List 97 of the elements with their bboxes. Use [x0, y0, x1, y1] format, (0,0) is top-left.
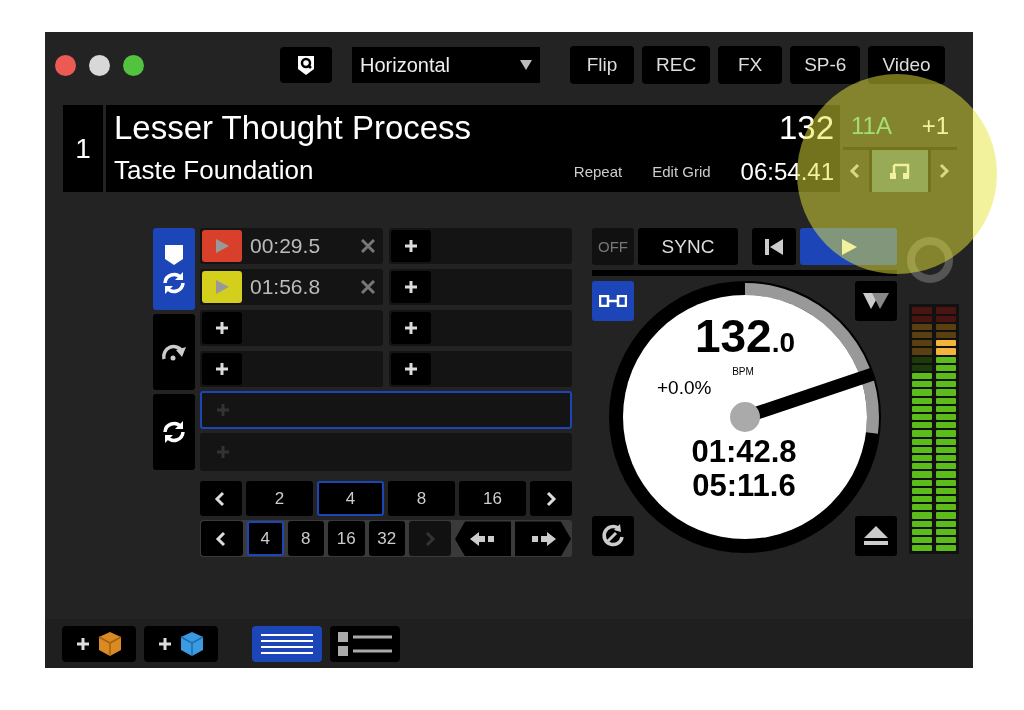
roll-length-button[interactable]: 8 — [287, 521, 324, 557]
hotcue-play-button[interactable] — [202, 271, 242, 304]
play-icon — [839, 237, 858, 256]
track-artist: Taste Foundation — [114, 155, 315, 187]
toolbar-button[interactable]: Video — [868, 46, 945, 85]
bpm-value: 132.0 — [694, 310, 796, 363]
plus-icon — [404, 362, 418, 377]
toolbar-button[interactable]: SP-6 — [790, 46, 861, 85]
track-duration: 06:54.41 — [740, 158, 834, 187]
gain-knob[interactable] — [905, 235, 955, 285]
add-hotcue-button[interactable] — [391, 312, 431, 345]
track-bpm: 132 — [778, 109, 834, 148]
loop-move-left-button[interactable] — [455, 521, 511, 557]
lines-icon — [260, 631, 314, 656]
arrow-right-icon — [529, 530, 557, 547]
plus-icon — [215, 362, 229, 377]
hotcue-time: 01:56.8 — [250, 275, 322, 300]
loop-length-button[interactable]: 8 — [388, 481, 455, 517]
pad-mode-button[interactable] — [153, 228, 195, 311]
plus-icon — [404, 239, 418, 254]
pitch-value: +0.0% — [657, 377, 712, 399]
marker-icon — [163, 243, 185, 268]
play-button[interactable] — [800, 228, 897, 266]
play-icon — [214, 238, 230, 255]
key-shift: +1 — [921, 112, 949, 141]
layout-dropdown[interactable]: Horizontal — [352, 47, 540, 84]
toolbar-button[interactable]: REC — [642, 46, 711, 85]
hotcue-play-button[interactable] — [202, 230, 242, 263]
plus-icon — [216, 403, 230, 418]
next-button[interactable] — [530, 481, 572, 517]
list-icon — [337, 630, 393, 657]
pad-mode-button[interactable] — [153, 394, 195, 471]
add-hotcue-button[interactable] — [202, 353, 242, 386]
delete-icon[interactable] — [361, 239, 375, 254]
add-crate-button[interactable] — [62, 625, 136, 662]
delete-icon[interactable] — [361, 280, 375, 295]
hotcue-time: 00:29.5 — [250, 234, 322, 259]
music-note-icon — [889, 161, 911, 182]
add-hotcue-button[interactable] — [391, 271, 431, 304]
elapsed-time: 01:42.8 — [691, 434, 797, 470]
add-hotcue-button[interactable] — [202, 312, 242, 345]
eject-button[interactable] — [855, 516, 897, 557]
skip-back-icon — [764, 237, 784, 256]
repeat-button[interactable]: Repeat — [573, 163, 623, 181]
minimize-button[interactable] — [89, 54, 110, 76]
cube-icon — [180, 630, 204, 657]
plus-icon — [216, 445, 230, 460]
waveform-toggle-button[interactable] — [855, 281, 897, 322]
hotcue-slot[interactable]: 00:29.5 — [200, 228, 383, 265]
key-lock-button[interactable] — [872, 150, 928, 193]
loop-icon — [161, 420, 187, 445]
list-view-button[interactable] — [330, 625, 400, 662]
link-button[interactable] — [592, 281, 634, 322]
deck-number: 1 — [63, 105, 103, 193]
pad-mode-button[interactable] — [153, 314, 195, 391]
edit-grid-button[interactable]: Edit Grid — [652, 163, 711, 181]
add-hotcue-button[interactable] — [391, 353, 431, 386]
loop-length-button[interactable]: 2 — [246, 481, 313, 517]
loop-length-button[interactable]: 4 — [317, 481, 384, 517]
roll-length-button[interactable]: 4 — [247, 521, 284, 557]
previous-button[interactable] — [201, 521, 243, 557]
waveform-view-button[interactable] — [252, 625, 322, 662]
zoom-button[interactable] — [123, 54, 144, 76]
roll-length-button[interactable]: 32 — [368, 521, 405, 557]
plus-icon — [215, 321, 229, 336]
toolbar-button[interactable]: FX — [718, 46, 783, 85]
cue-button[interactable] — [752, 228, 796, 266]
loop-length-button[interactable]: 16 — [459, 481, 526, 517]
plus-icon — [404, 321, 418, 336]
add-hotcue-button[interactable] — [391, 230, 431, 263]
quantize-button[interactable] — [280, 47, 332, 84]
keylock-button[interactable]: OFF — [592, 228, 634, 266]
remaining-time: 05:11.6 — [692, 468, 796, 504]
hotcue-slot[interactable]: 01:56.8 — [200, 269, 383, 306]
plus-icon — [404, 280, 418, 295]
bpm-unit: BPM — [732, 366, 754, 378]
sync-button[interactable]: SYNC — [638, 228, 738, 266]
key-down-button[interactable] — [843, 150, 869, 193]
previous-button[interactable] — [200, 481, 242, 517]
dropdown-arrow-icon — [520, 60, 532, 71]
plus-icon — [158, 636, 172, 651]
link-icon — [599, 295, 627, 308]
close-button[interactable] — [55, 54, 76, 76]
plus-icon — [76, 636, 90, 651]
track-title: Lesser Thought Process — [114, 109, 473, 148]
q-logo — [296, 54, 316, 77]
play-icon — [214, 279, 230, 296]
loop-icon — [161, 271, 187, 296]
censor-button[interactable] — [592, 516, 634, 557]
eject-icon — [863, 525, 889, 548]
arrow-left-icon — [469, 530, 497, 547]
loop-move-right-button[interactable] — [515, 521, 571, 557]
add-smart-crate-button[interactable] — [144, 625, 218, 662]
track-key: 11A — [851, 112, 892, 141]
roll-length-button[interactable]: 16 — [328, 521, 365, 557]
cube-icon — [98, 630, 122, 657]
toolbar-button[interactable]: Flip — [570, 46, 634, 85]
